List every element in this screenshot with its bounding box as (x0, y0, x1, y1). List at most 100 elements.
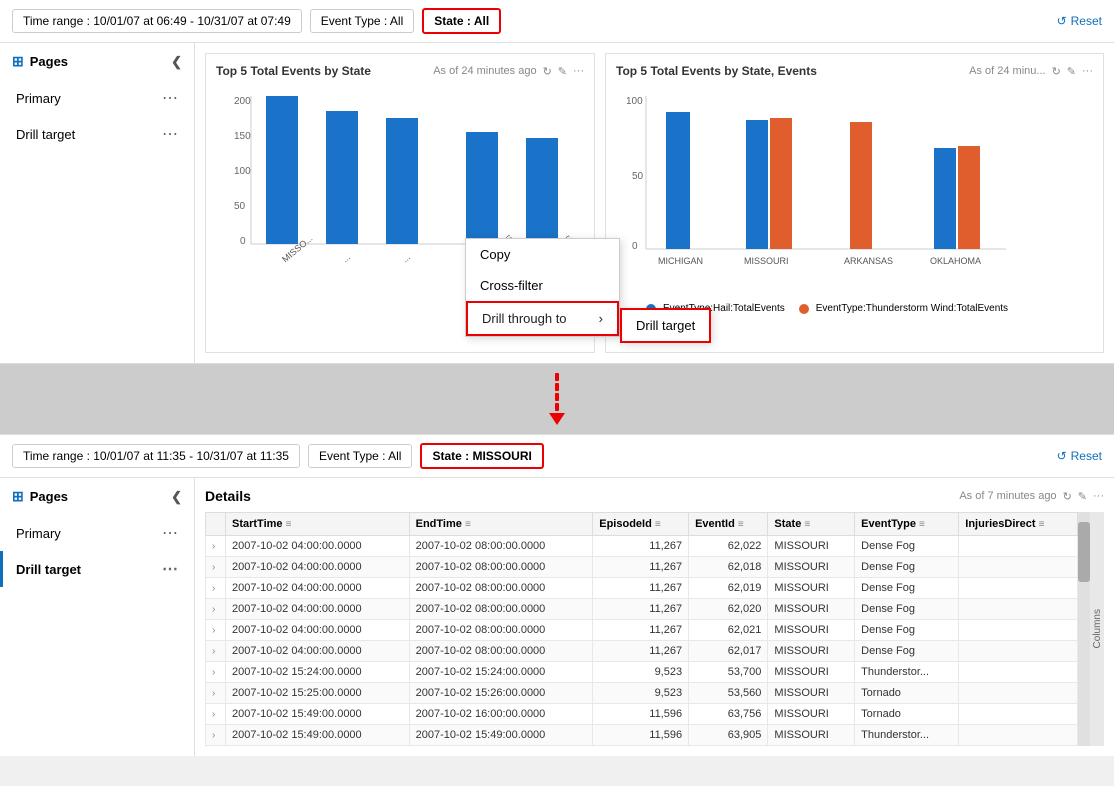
copy-menu-item[interactable]: Copy (466, 239, 619, 270)
drill-through-menu-item[interactable]: Drill through to › (466, 301, 619, 336)
row-injuries (959, 725, 1078, 746)
bar1-3[interactable] (386, 118, 418, 244)
time-range-filter[interactable]: Time range : 10/01/07 at 06:49 - 10/31/0… (12, 9, 302, 33)
row-expand[interactable]: › (206, 725, 226, 746)
row-expand[interactable]: › (206, 557, 226, 578)
row-state: MISSOURI (768, 683, 855, 704)
bar2-michigan-blue[interactable] (666, 112, 690, 249)
col-episodeid-header[interactable]: EpisodeId ≡ (593, 513, 689, 536)
chart1-time: As of 24 minutes ago (433, 65, 536, 77)
chart2-pencil-icon[interactable]: ✎ (1067, 65, 1076, 78)
drill-target-submenu[interactable]: Drill target (620, 308, 711, 343)
svg-text:...: ... (400, 252, 412, 264)
bar2-missouri-blue[interactable] (746, 120, 768, 249)
columns-label[interactable]: Columns (1092, 605, 1103, 652)
event-type-filter[interactable]: Event Type : All (310, 9, 415, 33)
sidebar-primary-label: Primary (16, 91, 61, 106)
state-filter[interactable]: State : All (422, 8, 501, 34)
bottom-sidebar-item-drill-target[interactable]: Drill target ⋯ (0, 551, 194, 587)
scrollbar-thumb[interactable] (1078, 522, 1090, 582)
chart2-meta: As of 24 minu... ↻ ✎ ··· (969, 65, 1093, 78)
col-endtime-header[interactable]: EndTime ≡ (409, 513, 593, 536)
eventtype-sort-icon[interactable]: ≡ (919, 519, 925, 530)
bar1-kansas[interactable] (526, 138, 558, 244)
chart2-body: 100 50 0 (616, 84, 1093, 314)
table-row: › 2007-10-02 04:00:00.0000 2007-10-02 08… (206, 599, 1078, 620)
row-starttime: 2007-10-02 04:00:00.0000 (226, 620, 410, 641)
row-injuries (959, 578, 1078, 599)
bar2-oklahoma-blue[interactable] (934, 148, 956, 249)
row-injuries (959, 599, 1078, 620)
bar1-2[interactable] (326, 111, 358, 244)
chart1-refresh-icon[interactable]: ↻ (543, 65, 552, 78)
bottom-sidebar-drill-dots[interactable]: ⋯ (162, 559, 178, 579)
bottom-sidebar-header-left: ⊞ Pages (12, 488, 68, 505)
chart1-pencil-icon[interactable]: ✎ (558, 65, 567, 78)
row-episodeid: 9,523 (593, 683, 689, 704)
row-state: MISSOURI (768, 662, 855, 683)
table-row: › 2007-10-02 04:00:00.0000 2007-10-02 08… (206, 557, 1078, 578)
bar1-illinois[interactable] (466, 132, 498, 244)
endtime-sort-icon[interactable]: ≡ (465, 519, 471, 530)
submenu-drill-target-label: Drill target (636, 318, 695, 333)
episodeid-sort-icon[interactable]: ≡ (655, 519, 661, 530)
cross-filter-menu-item[interactable]: Cross-filter (466, 270, 619, 301)
row-expand[interactable]: › (206, 683, 226, 704)
row-episodeid: 11,596 (593, 725, 689, 746)
col-state-header[interactable]: State ≡ (768, 513, 855, 536)
chart2-refresh-icon[interactable]: ↻ (1052, 65, 1061, 78)
bottom-sidebar-item-primary[interactable]: Primary ⋯ (0, 515, 194, 551)
row-expand[interactable]: › (206, 536, 226, 557)
eventid-sort-icon[interactable]: ≡ (738, 519, 744, 530)
bottom-event-type-filter[interactable]: Event Type : All (308, 444, 413, 468)
row-eventtype: Dense Fog (855, 536, 959, 557)
row-expand[interactable]: › (206, 599, 226, 620)
sidebar-primary-dots[interactable]: ⋯ (162, 88, 178, 108)
row-expand[interactable]: › (206, 620, 226, 641)
col-starttime-header[interactable]: StartTime ≡ (226, 513, 410, 536)
chart1-more-icon[interactable]: ··· (573, 65, 584, 77)
bottom-time-range-filter[interactable]: Time range : 10/01/07 at 11:35 - 10/31/0… (12, 444, 300, 468)
col-injuries-header[interactable]: InjuriesDirect ≡ (959, 513, 1078, 536)
columns-sidebar[interactable]: Columns (1090, 512, 1104, 746)
reset-button[interactable]: ↺ Reset (1057, 14, 1102, 28)
dash4 (555, 403, 559, 411)
details-title: Details (205, 488, 251, 504)
dashed-arrow (549, 373, 565, 425)
row-episodeid: 11,596 (593, 704, 689, 725)
bar1-missouri[interactable] (266, 96, 298, 244)
sidebar-drill-dots[interactable]: ⋯ (162, 124, 178, 144)
sidebar-item-drill-target[interactable]: Drill target ⋯ (0, 116, 194, 152)
row-expand[interactable]: › (206, 704, 226, 725)
dash1 (555, 373, 559, 381)
details-more-icon[interactable]: ··· (1093, 490, 1104, 502)
bar2-oklahoma-orange[interactable] (958, 146, 980, 249)
row-episodeid: 11,267 (593, 620, 689, 641)
state-sort-icon[interactable]: ≡ (804, 519, 810, 530)
bar2-missouri-orange[interactable] (770, 118, 792, 249)
row-eventtype: Thunderstor... (855, 725, 959, 746)
bottom-collapse-icon[interactable]: ❮ (171, 489, 182, 505)
chart2-more-icon[interactable]: ··· (1082, 65, 1093, 77)
col-eventtype-header[interactable]: EventType ≡ (855, 513, 959, 536)
chart1-title: Top 5 Total Events by State (216, 64, 371, 78)
svg-text:OKLAHOMA: OKLAHOMA (930, 256, 981, 266)
row-eventid: 53,700 (689, 662, 768, 683)
details-refresh-icon[interactable]: ↻ (1063, 490, 1072, 503)
bar2-arkansas-orange[interactable] (850, 122, 872, 249)
row-expand[interactable]: › (206, 662, 226, 683)
starttime-sort-icon[interactable]: ≡ (286, 519, 292, 530)
injuries-sort-icon[interactable]: ≡ (1039, 519, 1045, 530)
row-expand[interactable]: › (206, 578, 226, 599)
row-expand[interactable]: › (206, 641, 226, 662)
table-row: › 2007-10-02 15:49:00.0000 2007-10-02 15… (206, 725, 1078, 746)
collapse-icon[interactable]: ❮ (171, 54, 182, 70)
bottom-sidebar-primary-dots[interactable]: ⋯ (162, 523, 178, 543)
scrollbar[interactable] (1078, 512, 1090, 746)
row-injuries (959, 683, 1078, 704)
bottom-state-filter[interactable]: State : MISSOURI (420, 443, 543, 469)
bottom-reset-button[interactable]: ↺ Reset (1057, 449, 1102, 463)
details-pencil-icon[interactable]: ✎ (1078, 490, 1087, 503)
col-eventid-header[interactable]: EventId ≡ (689, 513, 768, 536)
sidebar-item-primary[interactable]: Primary ⋯ (0, 80, 194, 116)
